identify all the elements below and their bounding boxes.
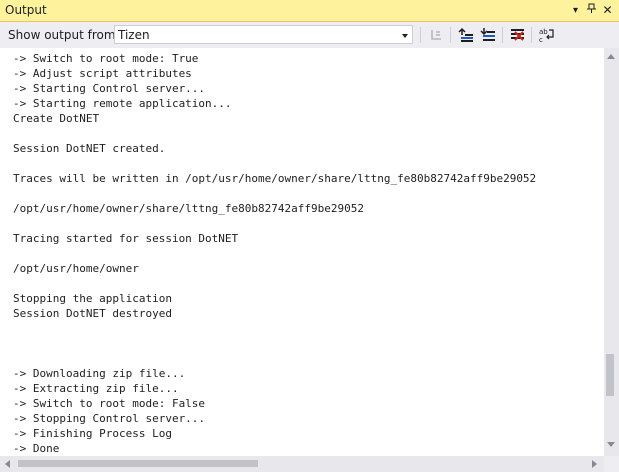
auto-hide-pin-icon[interactable] <box>584 3 599 18</box>
log-line: Create DotNET <box>13 112 100 125</box>
go-to-previous-message-icon[interactable] <box>457 26 475 44</box>
output-log-text: -> Switch to root mode: True -> Adjust sc… <box>13 51 536 456</box>
tool-window-title-bar[interactable]: Output ▾ ✕ <box>0 0 619 22</box>
log-line: -> Stopping Control server... <box>13 412 206 425</box>
clear-all-icon[interactable] <box>509 26 527 44</box>
output-source-select[interactable]: Tizen <box>114 25 413 44</box>
go-to-next-message-icon[interactable] <box>479 26 497 44</box>
toolbar-separator <box>531 27 532 43</box>
scroll-left-arrow-icon[interactable] <box>5 460 10 468</box>
output-source-value: Tizen <box>118 28 150 42</box>
chevron-down-icon <box>402 34 408 38</box>
log-line: Stopping the application <box>13 292 172 305</box>
close-icon[interactable]: ✕ <box>600 3 615 18</box>
log-line: -> Finishing Process Log <box>13 427 172 440</box>
window-title: Output <box>5 3 47 17</box>
toolbar-separator <box>420 27 421 43</box>
window-position-menu-icon[interactable]: ▾ <box>568 3 583 18</box>
show-output-from-label: Show output from: <box>8 28 120 42</box>
toolbar-separator <box>450 27 451 43</box>
toolbar-separator <box>502 27 503 43</box>
log-line: -> Starting Control server... <box>13 82 206 95</box>
scroll-down-arrow-icon[interactable] <box>607 442 615 447</box>
log-line: /opt/usr/home/owner <box>13 262 139 275</box>
vertical-scrollbar[interactable] <box>604 48 619 456</box>
log-line: -> Starting remote application... <box>13 97 232 110</box>
log-line: /opt/usr/home/owner/share/lttng_fe80b827… <box>13 202 364 215</box>
log-line: -> Extracting zip file... <box>13 382 179 395</box>
output-text-area[interactable]: -> Switch to root mode: True -> Adjust sc… <box>0 48 604 456</box>
scroll-right-arrow-icon[interactable] <box>592 460 597 468</box>
svg-text:c: c <box>539 36 543 44</box>
svg-text:ab: ab <box>539 28 548 36</box>
vertical-scroll-thumb[interactable] <box>606 354 614 396</box>
log-line: -> Done <box>13 442 60 455</box>
log-line: Session DotNET created. <box>13 142 166 155</box>
toggle-word-wrap-icon[interactable]: ab c <box>538 26 556 44</box>
output-toolbar: Show output from: Tizen ab c <box>0 22 619 48</box>
scrollbar-corner <box>604 456 619 472</box>
log-line: -> Switch to root mode: False <box>13 397 206 410</box>
scroll-up-arrow-icon[interactable] <box>607 54 615 59</box>
log-line: Session DotNET destroyed <box>13 307 172 320</box>
horizontal-scroll-thumb[interactable] <box>18 460 258 467</box>
find-message-in-code-icon[interactable] <box>428 26 446 44</box>
horizontal-scrollbar[interactable] <box>0 456 604 472</box>
log-line: -> Downloading zip file... <box>13 367 186 380</box>
log-line: Tracing started for session DotNET <box>13 232 239 245</box>
log-line: -> Adjust script attributes <box>13 67 192 80</box>
log-line: Traces will be written in /opt/usr/home/… <box>13 172 537 185</box>
log-line: -> Switch to root mode: True <box>13 52 199 65</box>
